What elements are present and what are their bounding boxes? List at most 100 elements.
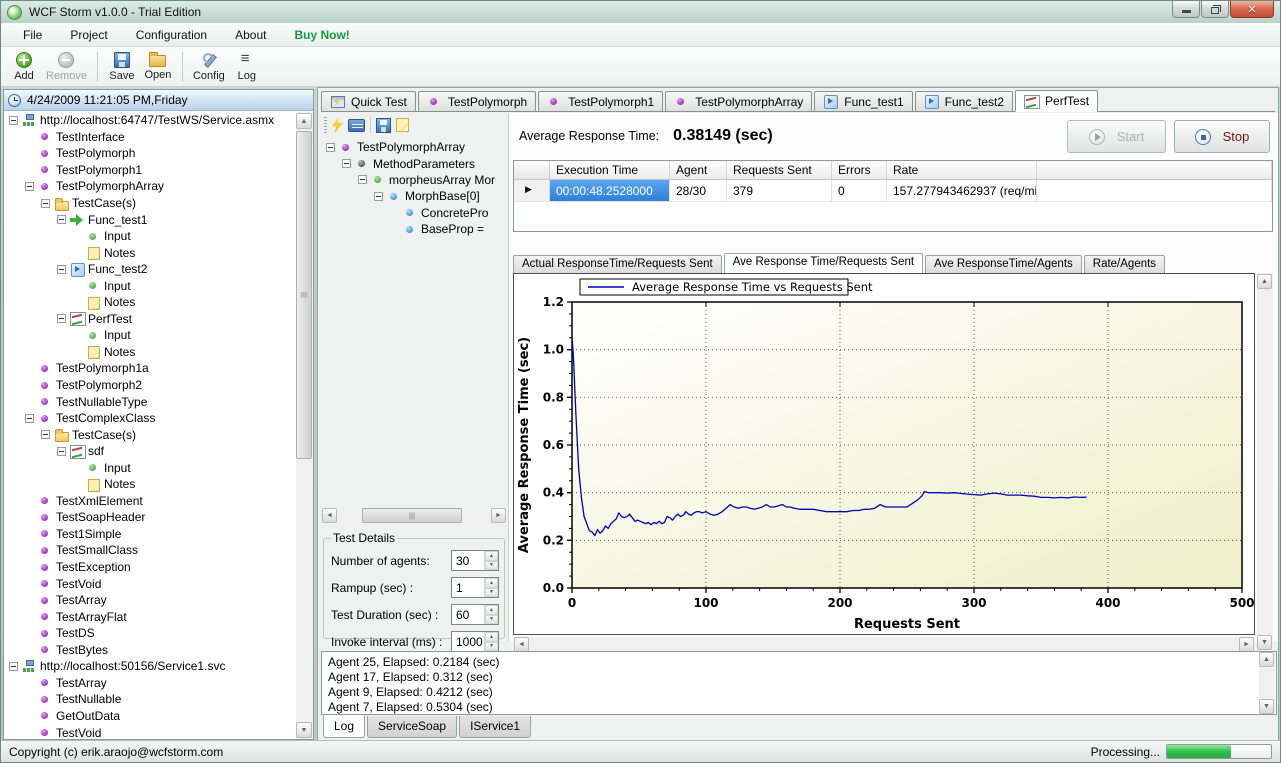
- grid-cell[interactable]: 0: [832, 180, 887, 201]
- service-tree-scrollbar[interactable]: [296, 112, 313, 739]
- tree-item[interactable]: TestDS: [5, 625, 296, 642]
- expander-icon[interactable]: [25, 414, 34, 423]
- tree-item[interactable]: Input: [5, 327, 296, 344]
- expander-icon[interactable]: [57, 314, 66, 323]
- tab-testpolymorph[interactable]: TestPolymorph: [418, 91, 536, 111]
- config-button[interactable]: Config: [189, 48, 229, 85]
- grid-cell[interactable]: 157.277943462937 (req/min): [887, 180, 1037, 201]
- spinner-up-button[interactable]: [485, 551, 498, 561]
- tab-func-test1[interactable]: Func_test1: [814, 91, 912, 111]
- tree-item[interactable]: TestSoapHeader: [5, 509, 296, 526]
- tab-quick-test[interactable]: Quick Test: [321, 91, 416, 111]
- tree-item[interactable]: BaseProp =: [322, 221, 507, 237]
- tree-item[interactable]: TestComplexClass: [5, 410, 296, 427]
- menu-file[interactable]: File: [9, 24, 56, 46]
- tree-item[interactable]: TestVoid: [5, 724, 296, 739]
- tree-item[interactable]: Notes: [5, 344, 296, 361]
- grid-column-header[interactable]: Execution Time: [550, 161, 670, 179]
- scroll-thumb[interactable]: [296, 131, 312, 459]
- toolbar-grip[interactable]: [324, 117, 327, 133]
- tree-item[interactable]: http://localhost:64747/TestWS/Service.as…: [5, 112, 296, 129]
- tree-item[interactable]: TestPolymorph1: [5, 162, 296, 179]
- tree-item[interactable]: GetOutData: [5, 708, 296, 725]
- spinner-down-button[interactable]: [485, 615, 498, 625]
- tree-item[interactable]: ConcretePro: [322, 205, 507, 221]
- log-button[interactable]: Log: [229, 48, 265, 85]
- spinner-up-button[interactable]: [485, 578, 498, 588]
- minimize-button[interactable]: [1172, 1, 1200, 18]
- open-button[interactable]: Open: [140, 48, 176, 85]
- tree-item[interactable]: TestPolymorph1a: [5, 360, 296, 377]
- tree-item[interactable]: sdf: [5, 443, 296, 460]
- expander-icon[interactable]: [9, 116, 18, 125]
- chart-tab-ave-responsetime-agents[interactable]: Ave ResponseTime/Agents: [925, 255, 1082, 273]
- tree-item[interactable]: TestPolymorph2: [5, 377, 296, 394]
- xml-view-icon[interactable]: [348, 119, 365, 132]
- tree-item[interactable]: TestCase(s): [5, 426, 296, 443]
- notes-icon[interactable]: [396, 118, 409, 132]
- expander-icon[interactable]: [358, 175, 367, 184]
- spinner-down-button[interactable]: [485, 561, 498, 571]
- log-output[interactable]: Agent 25, Elapsed: 0.2184 (sec)Agent 17,…: [321, 651, 1277, 715]
- expander-icon[interactable]: [57, 447, 66, 456]
- tree-item[interactable]: Test1Simple: [5, 526, 296, 543]
- expander-icon[interactable]: [41, 430, 50, 439]
- spinner-value[interactable]: 60: [452, 605, 484, 624]
- log-tab-iservice1[interactable]: IService1: [459, 716, 531, 738]
- restore-button[interactable]: [1201, 1, 1229, 18]
- tree-item[interactable]: TestInterface: [5, 129, 296, 146]
- tree-item[interactable]: TestBytes: [5, 642, 296, 659]
- spinner-value[interactable]: 30: [452, 551, 484, 570]
- grid-column-header[interactable]: Requests Sent: [727, 161, 832, 179]
- close-button[interactable]: [1230, 1, 1274, 18]
- tree-item[interactable]: TestCase(s): [5, 195, 296, 212]
- tree-item[interactable]: morpheusArray Mor: [322, 172, 507, 188]
- chart-tab-actual-responsetime-requests-sent[interactable]: Actual ResponseTime/Requests Sent: [513, 255, 722, 273]
- tab-func-test2[interactable]: Func_test2: [915, 91, 1013, 111]
- tree-item[interactable]: Notes: [5, 476, 296, 493]
- expander-icon[interactable]: [57, 215, 66, 224]
- save-button[interactable]: Save: [104, 48, 140, 85]
- tree-item[interactable]: TestXmlElement: [5, 493, 296, 510]
- table-row[interactable]: 00:00:48.252800028/303790157.27794346293…: [514, 180, 1272, 202]
- run-lightning-icon[interactable]: [332, 117, 343, 133]
- menu-about[interactable]: About: [221, 24, 280, 46]
- tree-item[interactable]: PerfTest: [5, 311, 296, 328]
- chart-vscrollbar[interactable]: [1257, 273, 1273, 651]
- parameters-hscrollbar[interactable]: [322, 508, 506, 524]
- tree-item[interactable]: MethodParameters: [322, 155, 507, 171]
- tree-item[interactable]: Notes: [5, 244, 296, 261]
- rampup-sec-spinner[interactable]: 1: [451, 577, 499, 598]
- chart-tab-ave-response-time-requests-sent[interactable]: Ave Response Time/Requests Sent: [724, 253, 923, 273]
- expander-icon[interactable]: [25, 182, 34, 191]
- tree-item[interactable]: TestException: [5, 559, 296, 576]
- expander-icon[interactable]: [342, 159, 351, 168]
- log-vscrollbar[interactable]: [1259, 652, 1275, 714]
- tree-item[interactable]: Notes: [5, 294, 296, 311]
- tab-testpolymorph1[interactable]: TestPolymorph1: [538, 91, 663, 111]
- tree-item[interactable]: TestSmallClass: [5, 542, 296, 559]
- spinner-down-button[interactable]: [485, 588, 498, 598]
- grid-column-header[interactable]: Errors: [832, 161, 887, 179]
- expander-icon[interactable]: [326, 143, 335, 152]
- stop-button[interactable]: Stop: [1174, 120, 1270, 153]
- scroll-up-button[interactable]: [1257, 274, 1272, 289]
- spinner-value[interactable]: 1: [452, 578, 484, 597]
- tree-item[interactable]: Func_test2: [5, 261, 296, 278]
- start-button[interactable]: Start: [1067, 120, 1166, 153]
- scroll-up-button[interactable]: [1259, 652, 1274, 667]
- tree-item[interactable]: TestPolymorphArray: [5, 178, 296, 195]
- tree-item[interactable]: MorphBase[0]: [322, 188, 507, 204]
- tree-item[interactable]: TestNullable: [5, 691, 296, 708]
- expander-icon[interactable]: [9, 662, 18, 671]
- grid-column-header[interactable]: Rate: [887, 161, 1037, 179]
- tab-perftest[interactable]: PerfTest: [1015, 90, 1098, 112]
- expander-icon[interactable]: [374, 192, 383, 201]
- menu-buy-now[interactable]: Buy Now!: [280, 24, 363, 46]
- tree-item[interactable]: TestVoid: [5, 575, 296, 592]
- log-tab-servicesoap[interactable]: ServiceSoap: [367, 716, 457, 738]
- tree-item[interactable]: Func_test1: [5, 211, 296, 228]
- row-selector[interactable]: [514, 180, 550, 201]
- spinner-up-button[interactable]: [485, 632, 498, 642]
- menu-project[interactable]: Project: [56, 24, 121, 46]
